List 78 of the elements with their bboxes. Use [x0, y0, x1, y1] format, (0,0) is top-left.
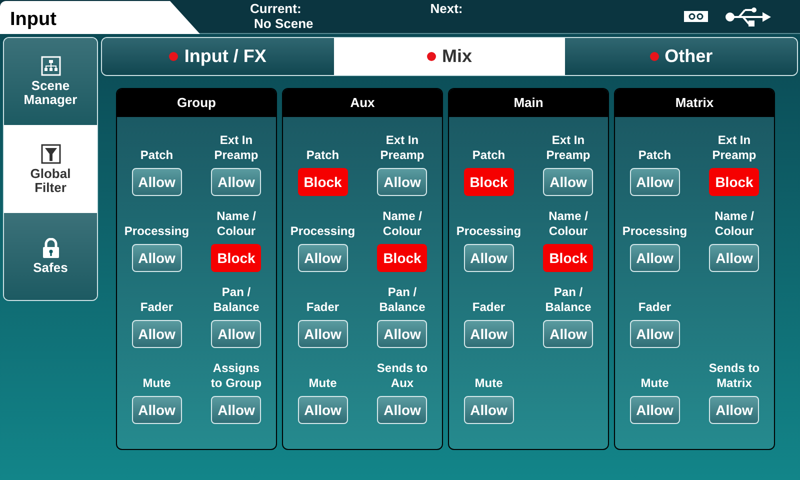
setting-label: Mute — [474, 376, 503, 391]
filter-toggle-button[interactable]: Allow — [211, 168, 262, 196]
setting-label: Patch — [306, 148, 340, 163]
setting-label: Patch — [140, 148, 174, 163]
setting-label: Name / Colour — [548, 209, 588, 239]
setting-label: Ext In Preamp — [712, 133, 756, 163]
network-icon — [40, 56, 60, 76]
filter-toggle-button[interactable]: Allow — [709, 244, 760, 272]
current-scene: No Scene — [254, 16, 314, 31]
setting-label: Pan / Balance — [379, 285, 426, 315]
filter-toggle-button[interactable]: Allow — [298, 320, 348, 348]
filter-toggle-button[interactable]: Allow — [377, 320, 428, 348]
filter-icon — [40, 144, 60, 164]
filter-toggle-button[interactable]: Allow — [464, 320, 514, 348]
setting-label: Patch — [638, 148, 672, 163]
setting-label: Processing — [290, 224, 356, 239]
filter-toggle-button[interactable]: Allow — [630, 168, 680, 196]
setting-label: Fader — [638, 300, 672, 315]
setting-label: Fader — [306, 300, 340, 315]
filter-toggle-button[interactable]: Allow — [630, 244, 680, 272]
filter-toggle-button[interactable]: Allow — [211, 320, 262, 348]
setting-label: Assigns to Group — [210, 361, 262, 391]
filter-toggle-button[interactable]: Block — [377, 244, 428, 272]
setting-label: Name / Colour — [216, 209, 256, 239]
filter-toggle-button[interactable]: Block — [211, 244, 262, 272]
tab[interactable]: Mix — [334, 38, 566, 75]
filter-toggle-button[interactable]: Allow — [709, 396, 760, 424]
filter-toggle-button[interactable]: Allow — [298, 244, 348, 272]
setting-label: Processing — [622, 224, 688, 239]
setting-label: Ext In Preamp — [546, 133, 590, 163]
filter-toggle-button[interactable]: Allow — [464, 396, 514, 424]
setting-label: Mute — [640, 376, 669, 391]
filter-toggle-button[interactable]: Block — [709, 168, 760, 196]
setting-label: Ext In Preamp — [380, 133, 424, 163]
filter-toggle-button[interactable]: Block — [464, 168, 514, 196]
filter-toggle-button[interactable]: Allow — [543, 168, 594, 196]
filter-toggle-button[interactable]: Allow — [132, 396, 182, 424]
setting-label: Processing — [124, 224, 190, 239]
next-label: Next: — [430, 1, 463, 16]
filter-toggle-button[interactable]: Allow — [132, 320, 182, 348]
filter-toggle-button[interactable]: Allow — [630, 320, 680, 348]
device-icon — [684, 11, 708, 22]
panel-title: Matrix — [615, 89, 774, 117]
filter-toggle-button[interactable]: Allow — [298, 396, 348, 424]
current-label: Current: — [250, 1, 302, 16]
setting-label: Mute — [142, 376, 171, 391]
panel-title: Group — [117, 89, 276, 117]
panel-title: Main — [449, 89, 608, 117]
filter-toggle-button[interactable]: Allow — [132, 244, 182, 272]
setting-label: Name / Colour — [714, 209, 754, 239]
tab[interactable]: Other — [565, 38, 797, 75]
sidebar-item[interactable]: Safes — [4, 213, 97, 300]
setting-label: Pan / Balance — [213, 285, 260, 315]
setting-label: Sends to Aux — [376, 361, 428, 391]
setting-label: Name / Colour — [382, 209, 422, 239]
setting-label: Fader — [140, 300, 174, 315]
setting-label: Fader — [472, 300, 506, 315]
sidebar-item[interactable]: Global Filter — [4, 125, 97, 213]
sidebar-item[interactable]: Scene Manager — [4, 38, 97, 125]
setting-label: Processing — [456, 224, 522, 239]
lock-icon — [42, 238, 60, 258]
filter-toggle-button[interactable]: Allow — [132, 168, 182, 196]
filter-toggle-button[interactable]: Block — [543, 244, 594, 272]
tab[interactable]: Input / FX — [102, 38, 334, 75]
filter-toggle-button[interactable]: Allow — [377, 168, 428, 196]
setting-label: Pan / Balance — [545, 285, 592, 315]
setting-label: Patch — [472, 148, 506, 163]
panel-title: Aux — [283, 89, 442, 117]
filter-toggle-button[interactable]: Allow — [543, 320, 594, 348]
filter-toggle-button[interactable]: Allow — [377, 396, 428, 424]
filter-toggle-button[interactable]: Allow — [630, 396, 680, 424]
setting-label: Sends to Matrix — [708, 361, 760, 391]
usb-icon — [725, 7, 771, 27]
filter-toggle-button[interactable]: Allow — [464, 244, 514, 272]
setting-label: Ext In Preamp — [214, 133, 258, 163]
filter-toggle-button[interactable]: Block — [298, 168, 348, 196]
setting-label: Mute — [308, 376, 337, 391]
filter-toggle-button[interactable]: Allow — [211, 396, 262, 424]
